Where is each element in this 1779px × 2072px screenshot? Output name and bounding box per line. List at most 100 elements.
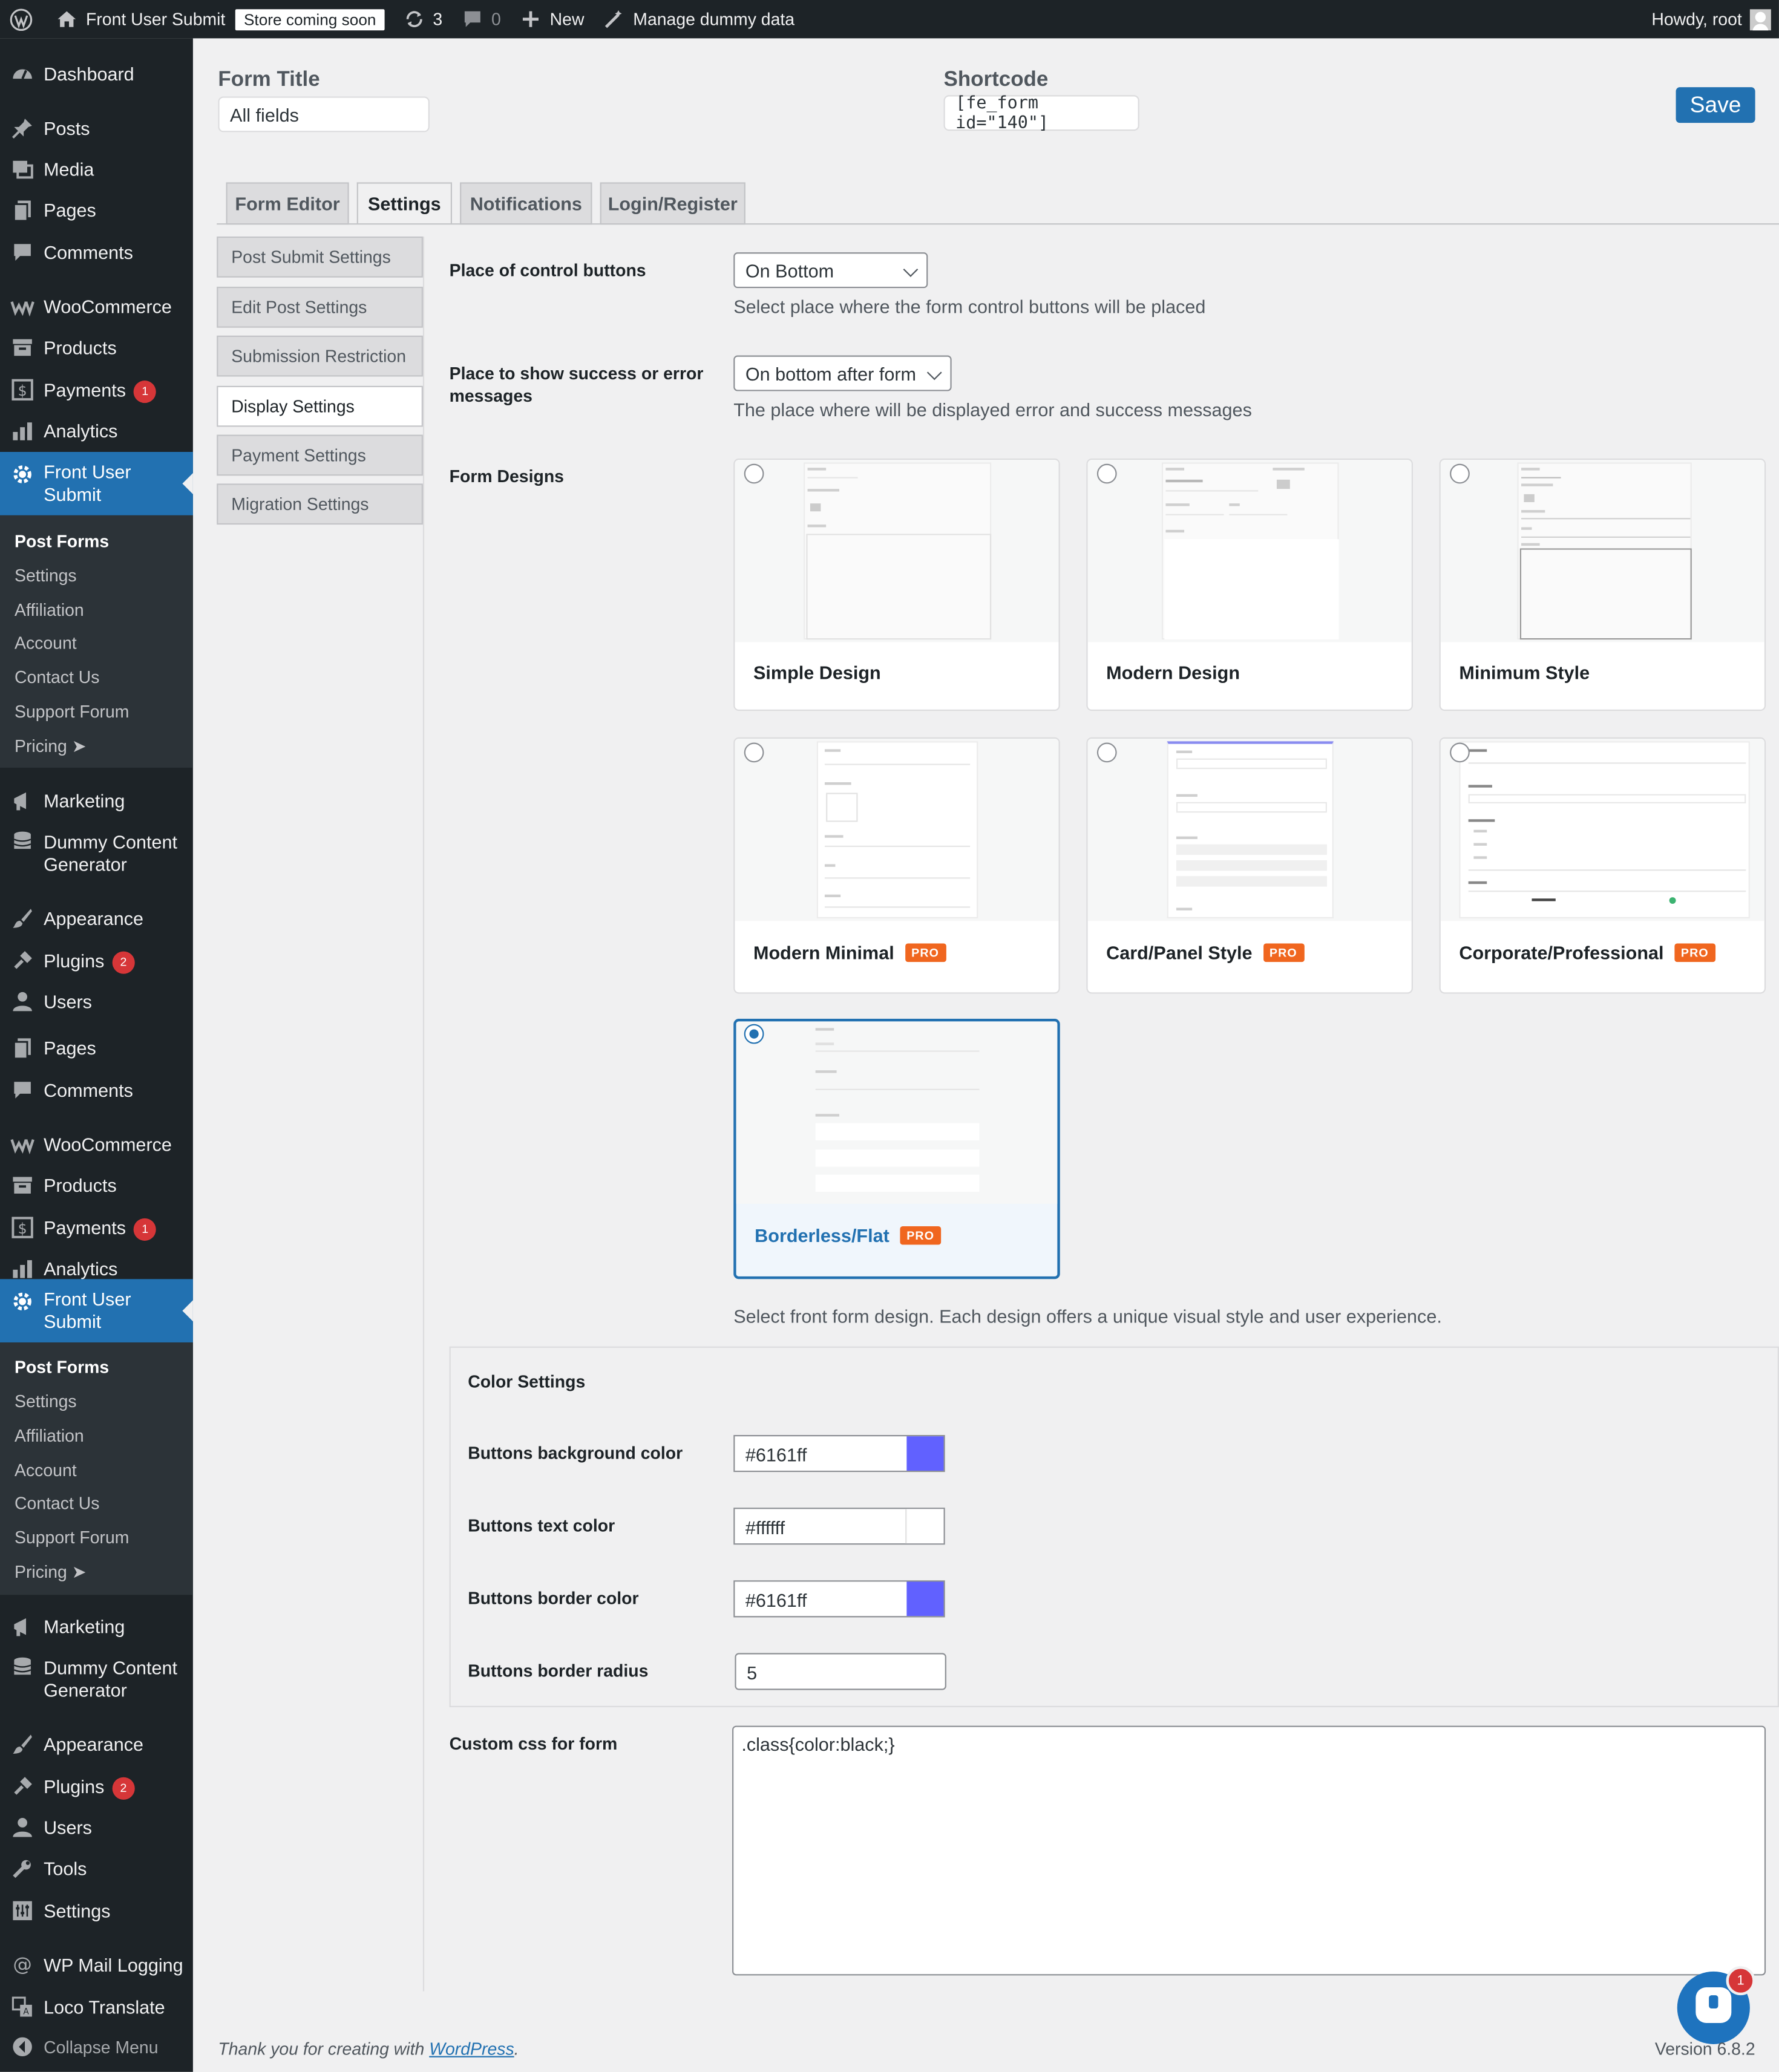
menu-front-user-submit-2[interactable]: Front User Submit [0,1279,193,1343]
preview-text [1165,479,1203,483]
border-radius-input[interactable]: 5 [735,1653,946,1690]
design-card-corporate[interactable]: Corporate/Professional PRO [1439,737,1766,994]
bg-color-input[interactable]: #6161ff [733,1435,945,1472]
preview-option [1176,860,1327,871]
submenu-settings[interactable]: Settings [15,566,77,587]
submenu-settings[interactable]: Settings [15,1391,77,1413]
design-radio[interactable] [1096,463,1117,484]
payments-icon: $ [10,378,34,402]
wrench-icon [10,1857,34,1880]
shortcode-field[interactable]: [fe_form id="140"] [943,93,1139,133]
design-radio[interactable] [744,742,764,763]
submenu-post-forms[interactable]: Post Forms [15,531,109,552]
wp-logo-button[interactable] [0,0,42,38]
tab-settings[interactable]: Settings [356,182,452,225]
page-icon [10,1036,34,1060]
refresh-icon [405,11,422,27]
submenu-account[interactable]: Account [15,1460,77,1482]
design-radio[interactable] [1096,742,1117,763]
menu-label: Posts [44,117,90,139]
design-card-modern[interactable]: Modern Design [1086,458,1413,711]
settings-tab-edit-post[interactable]: Edit Post Settings [217,286,423,328]
form-title-label: Form Title [218,68,320,91]
control-buttons-label: Place of control buttons [449,260,646,281]
tab-login-register[interactable]: Login/Register [600,182,745,225]
submenu-affiliation[interactable]: Affiliation [15,600,84,621]
submenu-affiliation[interactable]: Affiliation [15,1426,84,1447]
design-card-card-panel[interactable]: Card/Panel Style PRO [1086,737,1413,994]
menu-label: Dummy Content Generator [44,1656,178,1701]
settings-tab-submission-restriction[interactable]: Submission Restriction [217,335,423,377]
users-icon [10,1815,34,1839]
design-radio[interactable] [1450,742,1470,763]
translate-icon: A [10,1995,34,2019]
image-placeholder-icon [1276,479,1290,489]
text-color-input[interactable]: #ffffff [733,1508,945,1545]
submenu-pricing[interactable]: Pricing ➤ [15,736,87,757]
control-buttons-select[interactable]: On Bottom [733,252,928,289]
menu-label: Payments [44,1217,126,1238]
settings-tab-migration[interactable]: Migration Settings [217,483,423,525]
settings-tab-payment[interactable]: Payment Settings [217,434,423,476]
wordpress-link[interactable]: WordPress [429,2039,514,2059]
submenu-contact-us[interactable]: Contact Us [15,1493,99,1514]
preview-text [1176,836,1197,839]
design-card-simple[interactable]: Simple Design [733,458,1060,711]
preview-text [1229,503,1240,506]
tab-notifications[interactable]: Notifications [460,182,592,225]
bg-color-label: Buttons background color [468,1443,683,1463]
new-content-link[interactable]: New [510,0,594,38]
text-color-swatch[interactable] [905,1509,944,1544]
bg-color-swatch[interactable] [906,1436,944,1471]
design-radio[interactable] [744,463,764,484]
comment-icon [10,241,34,264]
design-name-text: Card/Panel Style [1106,942,1253,964]
chat-widget-button[interactable]: 1 [1677,1966,1755,2044]
brush-icon [10,1732,34,1756]
manage-dummy-link[interactable]: Manage dummy data [594,0,804,38]
menu-label: Products [44,336,117,358]
design-name: Corporate/Professional PRO [1459,942,1715,963]
updates-link[interactable]: 3 [393,0,452,38]
form-title-input[interactable]: All fields [218,96,430,132]
custom-css-textarea[interactable]: .class{color:black;} [732,1725,1766,1976]
settings-tab-display[interactable]: Display Settings [217,385,423,427]
border-color-swatch[interactable] [906,1581,944,1616]
design-name: Simple Design [753,662,881,684]
preview-line [1521,477,1561,479]
submenu-pricing[interactable]: Pricing ➤ [15,1562,87,1583]
menu-label: Dummy Content Generator [44,831,178,875]
submenu-post-forms[interactable]: Post Forms [15,1357,109,1378]
coming-soon-badge[interactable]: Store coming soon [235,8,384,30]
submenu-support-forum[interactable]: Support Forum [15,702,129,723]
submenu-contact-us[interactable]: Contact Us [15,667,99,688]
preview-text [1468,881,1487,884]
settings-divider [422,236,425,1992]
border-color-input[interactable]: #6161ff [733,1580,945,1618]
design-radio-selected[interactable] [744,1024,764,1044]
design-card-modern-minimal[interactable]: Modern Minimal PRO [733,737,1060,994]
settings-tab-post-submit[interactable]: Post Submit Settings [217,236,423,278]
tab-divider [217,223,1779,225]
design-card-minimum[interactable]: Minimum Style [1439,458,1766,711]
submenu-account[interactable]: Account [15,633,77,654]
site-name-link[interactable]: Front User Submit Store coming soon [42,0,393,38]
archive-icon [10,1174,34,1197]
comments-link[interactable]: 0 [452,0,511,38]
save-button[interactable]: Save [1676,87,1755,123]
svg-text:A: A [23,2007,29,2017]
submenu-front-user-submit-2: Post Forms Settings Affiliation Account … [0,1342,193,1595]
preview-line [824,906,971,908]
messages-select[interactable]: On bottom after form [733,355,952,391]
tab-form-editor[interactable]: Form Editor [226,182,349,225]
preview-text [1165,529,1185,533]
plugins-badge: 2 [112,1777,135,1800]
menu-label: Dashboard [44,63,134,85]
submenu-support-forum[interactable]: Support Forum [15,1528,129,1549]
design-radio[interactable] [1450,463,1470,484]
account-menu[interactable]: Howdy, root [1651,0,1771,38]
design-card-borderless[interactable]: Borderless/Flat PRO [733,1019,1060,1279]
footer-thanks-text: Thank you for creating with [218,2039,430,2059]
menu-front-user-submit[interactable]: Front User Submit [0,451,193,515]
comments-count: 0 [491,9,501,30]
